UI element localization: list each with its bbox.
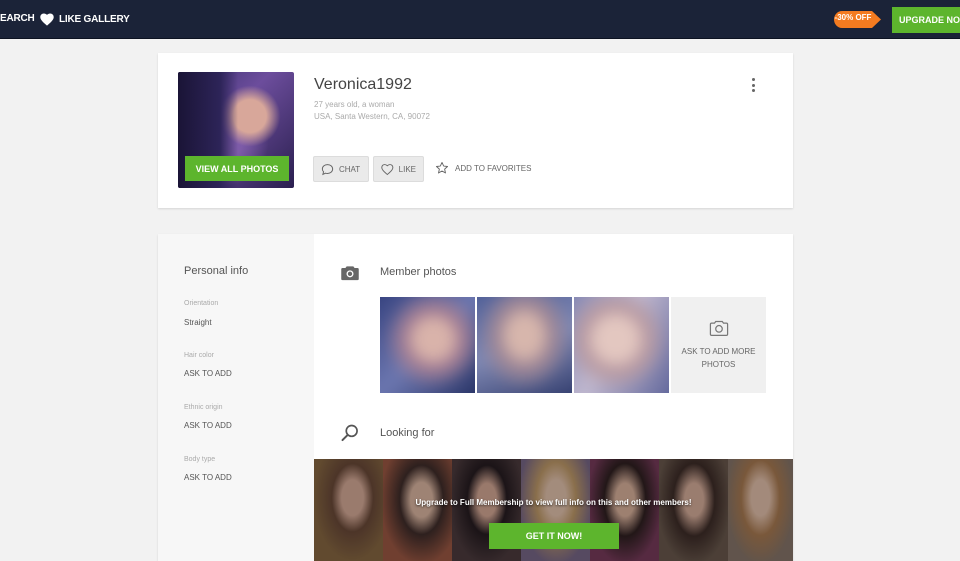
view-all-photos-button[interactable]: VIEW ALL PHOTOS	[185, 156, 289, 181]
profile-card: VIEW ALL PHOTOS Veronica1992 27 years ol…	[158, 53, 793, 208]
hair-color-value[interactable]: ASK TO ADD	[184, 369, 232, 378]
looking-for-title: Looking for	[380, 427, 435, 439]
star-outline-icon	[435, 161, 449, 174]
heart-outline-icon	[381, 163, 394, 175]
nav-like-gallery-link[interactable]: LIKE GALLERY	[40, 13, 130, 26]
kebab-menu-icon[interactable]	[752, 78, 756, 92]
camera-outline-icon	[709, 320, 728, 336]
ask-to-add-more-photos-button[interactable]: ASK TO ADD MORE PHOTOS	[671, 297, 766, 393]
profile-avatar[interactable]: VIEW ALL PHOTOS	[178, 72, 294, 188]
nav-search-link[interactable]: EARCH	[0, 13, 35, 24]
ethnic-origin-label: Ethnic origin	[184, 404, 223, 411]
heart-icon	[40, 13, 54, 26]
chat-label: CHAT	[339, 164, 361, 174]
chat-bubble-icon	[321, 163, 334, 175]
like-label: LIKE	[398, 164, 416, 174]
top-navigation-bar: EARCH LIKE GALLERY -30% OFF UPGRADE NOW	[0, 0, 960, 39]
ask-to-add-more-photos-label: ASK TO ADD MORE PHOTOS	[681, 347, 756, 369]
personal-info-sidebar: Personal info Orientation Straight Hair …	[158, 234, 314, 561]
upgrade-membership-banner: Upgrade to Full Membership to view full …	[314, 459, 793, 561]
body-type-value[interactable]: ASK TO ADD	[184, 473, 232, 482]
upgrade-banner-text: Upgrade to Full Membership to view full …	[415, 498, 692, 507]
upgrade-now-button[interactable]: UPGRADE NOW	[892, 7, 960, 33]
search-icon	[341, 424, 358, 442]
add-to-favorites-button[interactable]: ADD TO FAVORITES	[435, 161, 531, 175]
body-type-label: Body type	[184, 456, 216, 463]
camera-icon	[341, 266, 359, 281]
profile-username: Veronica1992	[314, 76, 412, 93]
profile-age-gender: 27 years old, a woman	[314, 100, 395, 109]
profile-location: USA, Santa Western, CA, 90072	[314, 112, 430, 121]
hair-color-label: Hair color	[184, 352, 214, 359]
profile-main-content: Member photos ASK TO ADD MORE PHOTOS Loo…	[314, 234, 793, 561]
ethnic-origin-value[interactable]: ASK TO ADD	[184, 421, 232, 430]
member-photos-title: Member photos	[380, 266, 457, 278]
profile-details-card: Personal info Orientation Straight Hair …	[158, 234, 793, 561]
orientation-label: Orientation	[184, 300, 219, 307]
personal-info-title: Personal info	[184, 265, 249, 277]
member-photo-thumbnail[interactable]	[477, 297, 572, 393]
nav-like-gallery-label: LIKE GALLERY	[59, 14, 130, 25]
add-to-favorites-label: ADD TO FAVORITES	[455, 163, 532, 173]
orientation-value: Straight	[184, 318, 212, 327]
discount-label: -30% OFF	[834, 13, 872, 22]
chat-button[interactable]: CHAT	[313, 156, 369, 182]
member-photo-thumbnail[interactable]	[574, 297, 669, 393]
get-it-now-button[interactable]: GET IT NOW!	[489, 523, 619, 549]
member-photo-thumbnail[interactable]	[380, 297, 475, 393]
like-button[interactable]: LIKE	[373, 156, 424, 182]
